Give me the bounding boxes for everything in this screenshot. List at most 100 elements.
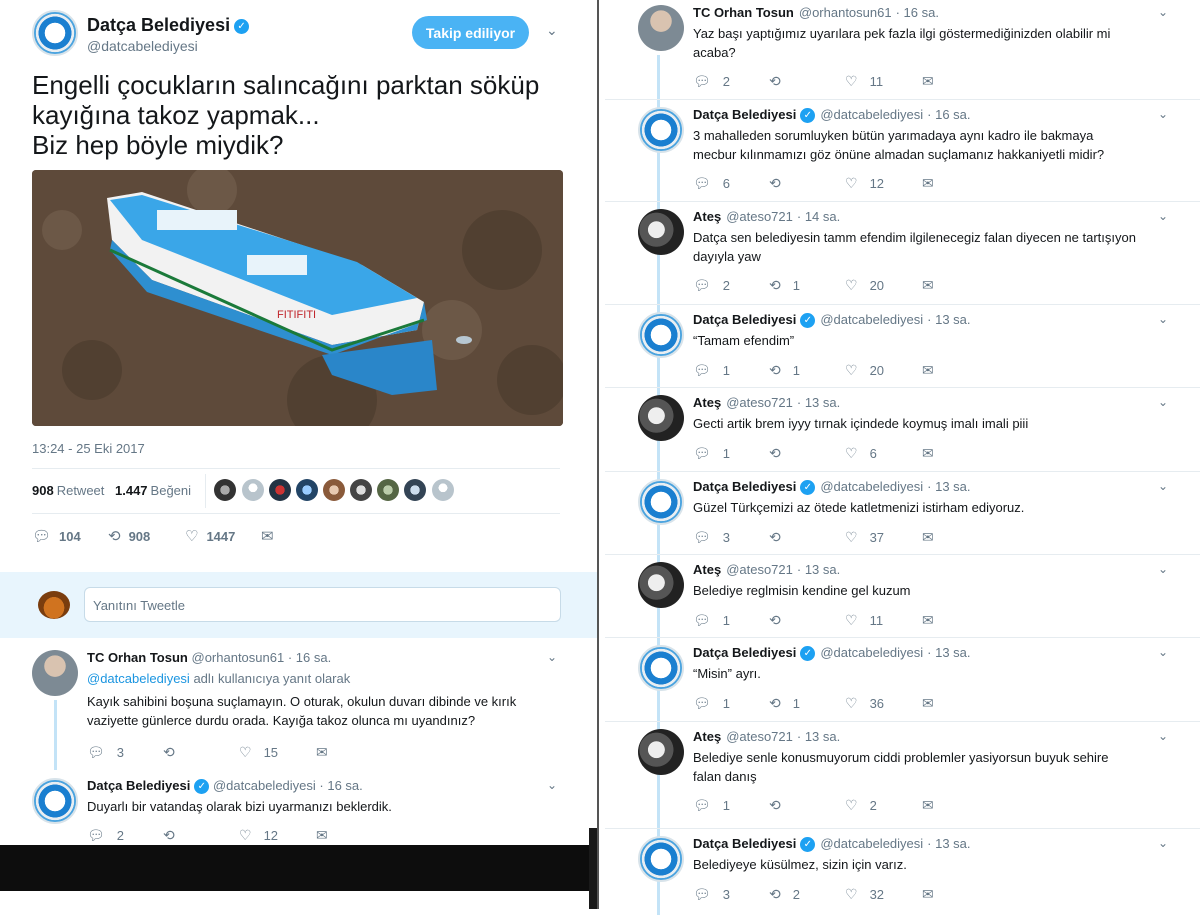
dm-button[interactable]: ✉ bbox=[922, 529, 946, 546]
chevron-down-icon[interactable]: ⌄ bbox=[1158, 312, 1168, 326]
avatar[interactable] bbox=[638, 479, 684, 525]
author-handle[interactable]: @ateso721 bbox=[726, 562, 793, 577]
author-name[interactable]: TC Orhan Tosun bbox=[693, 5, 794, 20]
retweet-button[interactable]: ⟲ bbox=[769, 529, 793, 546]
tweet-time[interactable]: · 14 sa. bbox=[797, 209, 840, 224]
reply-button[interactable]: 💬︎ 2 bbox=[87, 827, 124, 844]
author-handle[interactable]: @ateso721 bbox=[726, 729, 793, 744]
like-button[interactable]: ♡ 15 bbox=[239, 744, 278, 761]
avatar[interactable] bbox=[404, 479, 426, 501]
like-button[interactable]: ♡ 36 bbox=[845, 695, 884, 712]
reply-button[interactable]: 💬︎ 104 bbox=[32, 527, 81, 545]
like-button[interactable]: ♡ 12 bbox=[239, 827, 278, 844]
tweet-timestamp[interactable]: 13:24 - 25 Eki 2017 bbox=[32, 441, 145, 456]
author-name[interactable]: Datça Belediyesi bbox=[693, 479, 796, 494]
reply-button[interactable]: 💬︎ 1 bbox=[693, 695, 730, 712]
avatar[interactable] bbox=[638, 395, 684, 441]
tweet-time[interactable]: · 13 sa. bbox=[927, 479, 970, 494]
dm-button[interactable]: ✉ bbox=[922, 175, 946, 192]
avatar[interactable] bbox=[32, 10, 78, 56]
author-name[interactable]: Datça Belediyesi bbox=[693, 107, 796, 122]
author-name[interactable]: Datça Belediyesi ✓ bbox=[87, 15, 250, 36]
retweet-button[interactable]: ⟲ 1 bbox=[769, 695, 800, 712]
reply-button[interactable]: 💬︎ 2 bbox=[693, 73, 730, 90]
avatar[interactable] bbox=[638, 562, 684, 608]
reply-button[interactable]: 💬︎ 6 bbox=[693, 175, 730, 192]
author-handle[interactable]: @orhantosun61 bbox=[192, 650, 285, 665]
chevron-down-icon[interactable]: ⌄ bbox=[546, 22, 558, 39]
retweet-button[interactable]: ⟲ 2 bbox=[769, 886, 800, 903]
retweet-stat[interactable]: 908 Retweet bbox=[32, 483, 104, 498]
author-handle[interactable]: @ateso721 bbox=[726, 395, 793, 410]
avatar[interactable] bbox=[432, 479, 454, 501]
chevron-down-icon[interactable]: ⌄ bbox=[1158, 395, 1168, 409]
avatar[interactable] bbox=[32, 778, 78, 824]
reply-button[interactable]: 💬︎ 3 bbox=[693, 886, 730, 903]
follow-button[interactable]: Takip ediliyor bbox=[412, 16, 529, 49]
like-button[interactable]: ♡ 12 bbox=[845, 175, 884, 192]
author-name[interactable]: Datça Belediyesi bbox=[87, 778, 190, 793]
chevron-down-icon[interactable]: ⌄ bbox=[1158, 479, 1168, 493]
dm-button[interactable]: ✉ bbox=[922, 695, 946, 712]
avatar[interactable] bbox=[269, 479, 291, 501]
like-button[interactable]: ♡ 11 bbox=[845, 612, 883, 629]
dm-button[interactable]: ✉ bbox=[922, 445, 946, 462]
like-button[interactable]: ♡ 6 bbox=[845, 445, 877, 462]
reply-button[interactable]: 💬︎ 1 bbox=[693, 612, 730, 629]
dm-button[interactable]: ✉ bbox=[922, 797, 946, 814]
like-button[interactable]: ♡ 32 bbox=[845, 886, 884, 903]
author-name[interactable]: Datça Belediyesi bbox=[693, 836, 796, 851]
retweet-button[interactable]: ⟲ bbox=[769, 445, 793, 462]
author-name[interactable]: Ateş bbox=[693, 209, 721, 224]
avatar[interactable] bbox=[638, 5, 684, 51]
avatar[interactable] bbox=[377, 479, 399, 501]
tweet-time[interactable]: · 16 sa. bbox=[896, 5, 939, 20]
like-button[interactable]: ♡ 1447 bbox=[185, 527, 235, 545]
like-button[interactable]: ♡ 2 bbox=[845, 797, 877, 814]
tweet-time[interactable]: · 16 sa. bbox=[288, 650, 331, 665]
retweet-button[interactable]: ⟲ 1 bbox=[769, 277, 800, 294]
author-name[interactable]: Ateş bbox=[693, 729, 721, 744]
chevron-down-icon[interactable]: ⌄ bbox=[547, 650, 557, 664]
chevron-down-icon[interactable]: ⌄ bbox=[547, 778, 557, 792]
author-handle[interactable]: @datcabelediyesi bbox=[820, 107, 923, 122]
retweet-button[interactable]: ⟲ 1 bbox=[769, 362, 800, 379]
like-button[interactable]: ♡ 20 bbox=[845, 277, 884, 294]
avatar[interactable] bbox=[638, 729, 684, 775]
reply-button[interactable]: 💬︎ 1 bbox=[693, 797, 730, 814]
avatar[interactable] bbox=[638, 836, 684, 882]
chevron-down-icon[interactable]: ⌄ bbox=[1158, 5, 1168, 19]
tweet-time[interactable]: · 13 sa. bbox=[927, 645, 970, 660]
dm-button[interactable]: ✉ bbox=[922, 73, 946, 90]
reply-button[interactable]: 💬︎ 3 bbox=[87, 744, 124, 761]
tweet-time[interactable]: · 13 sa. bbox=[797, 395, 840, 410]
author-handle[interactable]: @datcabelediyesi bbox=[820, 836, 923, 851]
author-handle[interactable]: @datcabelediyesi bbox=[213, 778, 316, 793]
retweet-button[interactable]: ⟲ bbox=[163, 827, 187, 844]
dm-button[interactable]: ✉ bbox=[316, 744, 340, 761]
avatar[interactable] bbox=[350, 479, 372, 501]
retweet-button[interactable]: ⟲ bbox=[769, 73, 793, 90]
avatar[interactable] bbox=[638, 312, 684, 358]
like-stat[interactable]: 1.447 Beğeni bbox=[115, 483, 191, 498]
author-name[interactable]: Datça Belediyesi bbox=[693, 645, 796, 660]
like-button[interactable]: ♡ 37 bbox=[845, 529, 884, 546]
chevron-down-icon[interactable]: ⌄ bbox=[1158, 209, 1168, 223]
reply-button[interactable]: 💬︎ 1 bbox=[693, 445, 730, 462]
avatar[interactable] bbox=[638, 645, 684, 691]
mention-link[interactable]: @datcabelediyesi bbox=[87, 671, 190, 686]
dm-button[interactable]: ✉ bbox=[922, 612, 946, 629]
dm-button[interactable]: ✉ bbox=[922, 362, 946, 379]
reply-button[interactable]: 💬︎ 3 bbox=[693, 529, 730, 546]
avatar[interactable] bbox=[242, 479, 264, 501]
avatar[interactable] bbox=[638, 107, 684, 153]
retweet-button[interactable]: ⟲ bbox=[769, 175, 793, 192]
chevron-down-icon[interactable]: ⌄ bbox=[1158, 729, 1168, 743]
like-button[interactable]: ♡ 11 bbox=[845, 73, 883, 90]
author-handle[interactable]: @datcabelediyesi bbox=[820, 312, 923, 327]
author-name[interactable]: TC Orhan Tosun bbox=[87, 650, 188, 665]
avatar[interactable] bbox=[32, 650, 78, 696]
author-handle[interactable]: @ateso721 bbox=[726, 209, 793, 224]
dm-button[interactable]: ✉ bbox=[316, 827, 340, 844]
retweet-button[interactable]: ⟲ bbox=[769, 612, 793, 629]
